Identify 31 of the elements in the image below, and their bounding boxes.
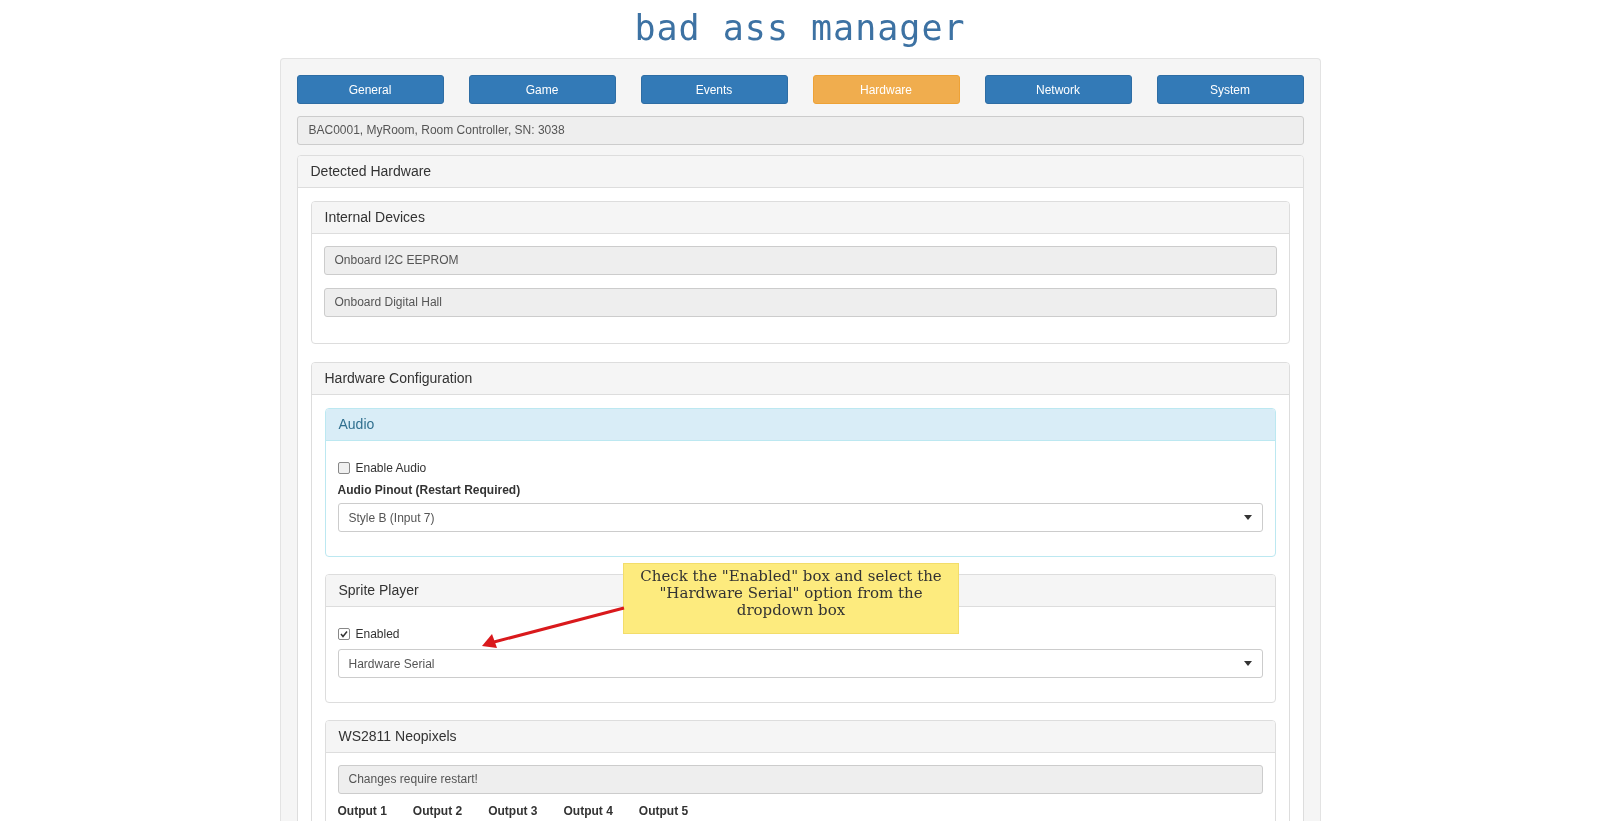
tab[interactable]: System [1156, 75, 1304, 104]
panel-title: Audio [325, 409, 1275, 441]
panel-title: Detected Hardware [297, 156, 1303, 188]
output-label: Output 4 [563, 804, 613, 818]
output-label: Output 3 [488, 804, 538, 818]
tab[interactable]: General [296, 75, 444, 104]
output-label: Output 1 [337, 804, 387, 818]
mode-select[interactable]: Hardware Serial [337, 649, 1263, 678]
checkbox[interactable] [337, 628, 350, 640]
panel-title: Internal Devices [311, 202, 1289, 234]
panel-title: WS2811 Neopixels [325, 721, 1275, 753]
device-field: Onboard I2C EEPROM [323, 246, 1277, 275]
restart-notice: Changes require restart! [337, 765, 1263, 794]
output-label: Output 2 [412, 804, 463, 818]
arrow-icon [480, 606, 625, 651]
panel-title: Hardware Configuration [311, 363, 1289, 395]
caret-icon [1243, 515, 1252, 520]
tab[interactable]: Game [468, 75, 616, 104]
device-info: BAC0001, MyRoom, Room Controller, SN: 3038 [296, 116, 1304, 145]
app-title: bad ass manager [633, 7, 967, 50]
checkbox[interactable] [337, 462, 350, 474]
pinout-select[interactable]: Style B (Input 7) [337, 503, 1263, 532]
tab[interactable]: Network [984, 75, 1132, 104]
tab[interactable]: Events [640, 75, 788, 104]
caret-icon [1243, 661, 1252, 666]
checkbox-label: Enabled [355, 627, 400, 641]
callout-note: Check the "Enabled" box and select the "Hardware Serial" option from the dropdown box [623, 563, 959, 634]
output-label: Output 5 [638, 804, 689, 818]
field-label: Audio Pinout (Restart Required) [337, 483, 522, 497]
device-field: Onboard Digital Hall [323, 288, 1277, 317]
checkbox-label: Enable Audio [355, 461, 427, 475]
